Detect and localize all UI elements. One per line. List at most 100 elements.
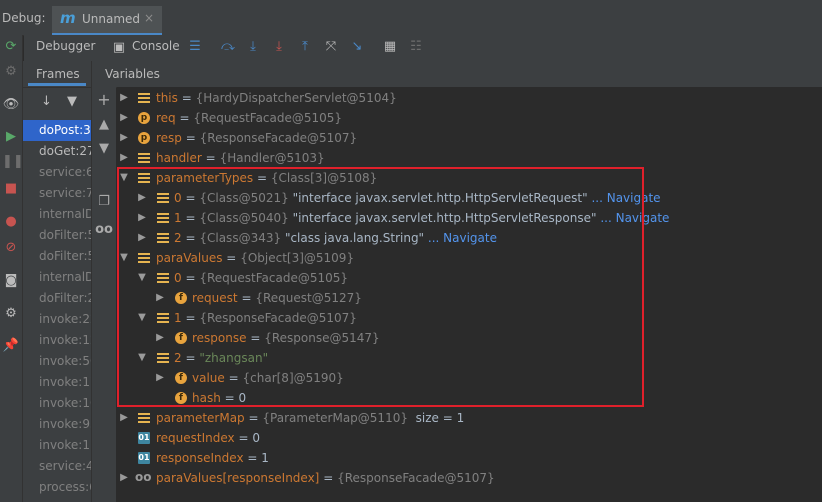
collapse-arrow-icon[interactable]: ▼ — [137, 308, 147, 328]
primitive-icon: 01 — [138, 432, 150, 444]
close-icon[interactable]: × — [144, 11, 154, 25]
run-to-cursor-icon[interactable]: ↘ — [348, 38, 366, 56]
add-watch-icon[interactable]: + — [95, 91, 113, 109]
collapse-arrow-icon[interactable]: ▼ — [137, 348, 147, 368]
title-bar: Debug: m Unnamed × — [0, 0, 822, 36]
copy-icon[interactable]: ❐ — [95, 193, 113, 211]
variable-row-this[interactable]: ▶ this = {HardyDispatcherServlet@5104} — [117, 88, 822, 108]
filter-icon[interactable]: ▼ — [67, 94, 77, 109]
frame-item[interactable]: service:6 — [23, 162, 91, 183]
frame-item[interactable]: internalD — [23, 267, 91, 288]
watch-icon: oo — [135, 470, 152, 484]
variable-row-paraValues-0[interactable]: ▼ 0 = {RequestFacade@5105} — [117, 268, 822, 288]
variable-row-responseIndex[interactable]: 01 responseIndex = 1 — [117, 448, 822, 468]
frame-item[interactable]: invoke:10 — [23, 393, 91, 414]
arrow-down-icon[interactable]: ↓ — [41, 94, 52, 109]
frame-item[interactable]: service:7 — [23, 183, 91, 204]
watches-glasses-icon[interactable]: oo — [95, 221, 113, 239]
variable-row-parameterMap[interactable]: ▶ parameterMap = {ParameterMap@5110} siz… — [117, 408, 822, 428]
frame-item[interactable]: doFilter:5 — [23, 225, 91, 246]
trace-icon[interactable]: ☷ — [407, 38, 425, 56]
variable-row-value[interactable]: ▶ f value = {char[8]@5190} — [117, 368, 822, 388]
navigate-link[interactable]: ... Navigate — [428, 231, 497, 245]
settings-icon[interactable]: ⚙ — [2, 305, 20, 323]
frame-item[interactable]: doFilter:5 — [23, 246, 91, 267]
variable-row-parameterTypes-2[interactable]: ▶ 2 = {Class@343} "class java.lang.Strin… — [117, 228, 822, 248]
expand-arrow-icon[interactable]: ▶ — [155, 288, 165, 308]
evaluate-expression-icon[interactable]: ▦ — [381, 38, 399, 56]
tab-debugger[interactable]: Debugger — [36, 39, 95, 53]
rerun-icon[interactable]: ⟳ — [2, 38, 20, 56]
expand-arrow-icon[interactable]: ▶ — [155, 368, 165, 388]
variable-row-parameterTypes[interactable]: ▼ parameterTypes = {Class[3]@5108} — [117, 168, 822, 188]
variable-row-paraValues-1[interactable]: ▼ 1 = {ResponseFacade@5107} — [117, 308, 822, 328]
frame-item[interactable]: internalD — [23, 204, 91, 225]
expand-arrow-icon[interactable]: ▶ — [119, 408, 129, 428]
tab-unnamed[interactable]: m Unnamed × — [52, 6, 162, 35]
frames-panel: Frames ↓ ▼ doPost:3 doGet:27 service:6 s… — [23, 61, 92, 502]
variable-row-req[interactable]: ▶ p req = {RequestFacade@5105} — [117, 108, 822, 128]
pause-icon[interactable]: ❚❚ — [2, 153, 24, 171]
variable-row-paraValues[interactable]: ▼ paraValues = {Object[3]@5109} — [117, 248, 822, 268]
navigate-link[interactable]: ... Navigate — [600, 211, 669, 225]
frame-item[interactable]: doGet:27 — [23, 141, 91, 162]
variable-row-parameterTypes-0[interactable]: ▶ 0 = {Class@5021} "interface javax.serv… — [117, 188, 822, 208]
stop-icon[interactable]: ■ — [2, 180, 20, 198]
camera-icon[interactable]: ◙ — [2, 272, 20, 290]
frame-item[interactable]: doFilter:2 — [23, 288, 91, 309]
variable-row-response[interactable]: ▶ f response = {Response@5147} — [117, 328, 822, 348]
pin-icon[interactable]: 📌 — [2, 337, 20, 355]
drop-frame-icon[interactable]: ⤧ — [322, 38, 340, 56]
resume-icon[interactable]: ▶ — [2, 128, 20, 146]
collapse-arrow-icon[interactable]: ▼ — [119, 168, 129, 188]
expand-arrow-icon[interactable]: ▶ — [119, 108, 129, 128]
menu-lines-icon[interactable]: ☰ — [186, 38, 204, 56]
expand-arrow-icon[interactable]: ▶ — [119, 468, 129, 488]
expand-arrow-icon[interactable]: ▶ — [119, 128, 129, 148]
variable-row-resp[interactable]: ▶ p resp = {ResponseFacade@5107} — [117, 128, 822, 148]
tab-console[interactable]: Console — [132, 39, 180, 53]
watch-row-paraValues-responseIndex[interactable]: ▶ oo paraValues[responseIndex] = {Respon… — [117, 468, 822, 488]
force-step-into-icon[interactable]: ⤓ — [270, 38, 288, 56]
collapse-arrow-icon[interactable]: ▼ — [119, 248, 129, 268]
step-out-icon[interactable]: ⤒ — [296, 38, 314, 56]
frame-item[interactable]: invoke:12 — [23, 330, 91, 351]
field-f-icon: f — [175, 332, 187, 344]
modify-run-icon[interactable]: ⚙ — [2, 63, 20, 81]
variable-row-request[interactable]: ▶ f request = {Request@5127} — [117, 288, 822, 308]
collapse-arrow-icon[interactable]: ▼ — [137, 268, 147, 288]
mute-breakpoints-icon[interactable]: ⊘ — [2, 239, 20, 257]
frame-item[interactable]: process:6 — [23, 477, 91, 498]
frames-title: Frames — [36, 67, 80, 81]
field-icon — [138, 152, 150, 164]
expand-arrow-icon[interactable]: ▶ — [137, 188, 147, 208]
move-down-icon[interactable]: ▼ — [95, 140, 113, 158]
variable-row-hash[interactable]: f hash = 0 — [117, 388, 822, 408]
frame-item[interactable]: invoke:22 — [23, 309, 91, 330]
frame-item[interactable]: doPost:3 — [23, 120, 91, 141]
frame-item[interactable]: invoke:95 — [23, 414, 91, 435]
view-breakpoints-icon[interactable]: ● — [2, 213, 20, 231]
step-over-icon[interactable]: ⤼ — [219, 38, 237, 56]
frame-item[interactable]: service:40 — [23, 456, 91, 477]
field-icon — [138, 252, 150, 264]
expand-arrow-icon[interactable]: ▶ — [155, 328, 165, 348]
frames-header[interactable]: Frames — [23, 61, 91, 88]
move-up-icon[interactable]: ▲ — [95, 116, 113, 134]
step-into-icon[interactable]: ⤓ — [244, 38, 262, 56]
frame-item[interactable]: invoke:17 — [23, 372, 91, 393]
parameter-icon: p — [138, 112, 150, 124]
frame-item[interactable]: invoke:11 — [23, 435, 91, 456]
expand-arrow-icon[interactable]: ▶ — [119, 148, 129, 168]
eye-icon[interactable]: 👁 — [2, 96, 20, 114]
variable-row-requestIndex[interactable]: 01 requestIndex = 0 — [117, 428, 822, 448]
expand-arrow-icon[interactable]: ▶ — [119, 88, 129, 108]
variable-row-paraValues-2[interactable]: ▼ 2 = "zhangsan" — [117, 348, 822, 368]
variable-row-handler[interactable]: ▶ handler = {Handler@5103} — [117, 148, 822, 168]
navigate-link[interactable]: ... Navigate — [591, 191, 660, 205]
frame-item[interactable]: invoke:50 — [23, 351, 91, 372]
variable-row-parameterTypes-1[interactable]: ▶ 1 = {Class@5040} "interface javax.serv… — [117, 208, 822, 228]
field-icon — [138, 92, 150, 104]
expand-arrow-icon[interactable]: ▶ — [137, 208, 147, 228]
expand-arrow-icon[interactable]: ▶ — [137, 228, 147, 248]
